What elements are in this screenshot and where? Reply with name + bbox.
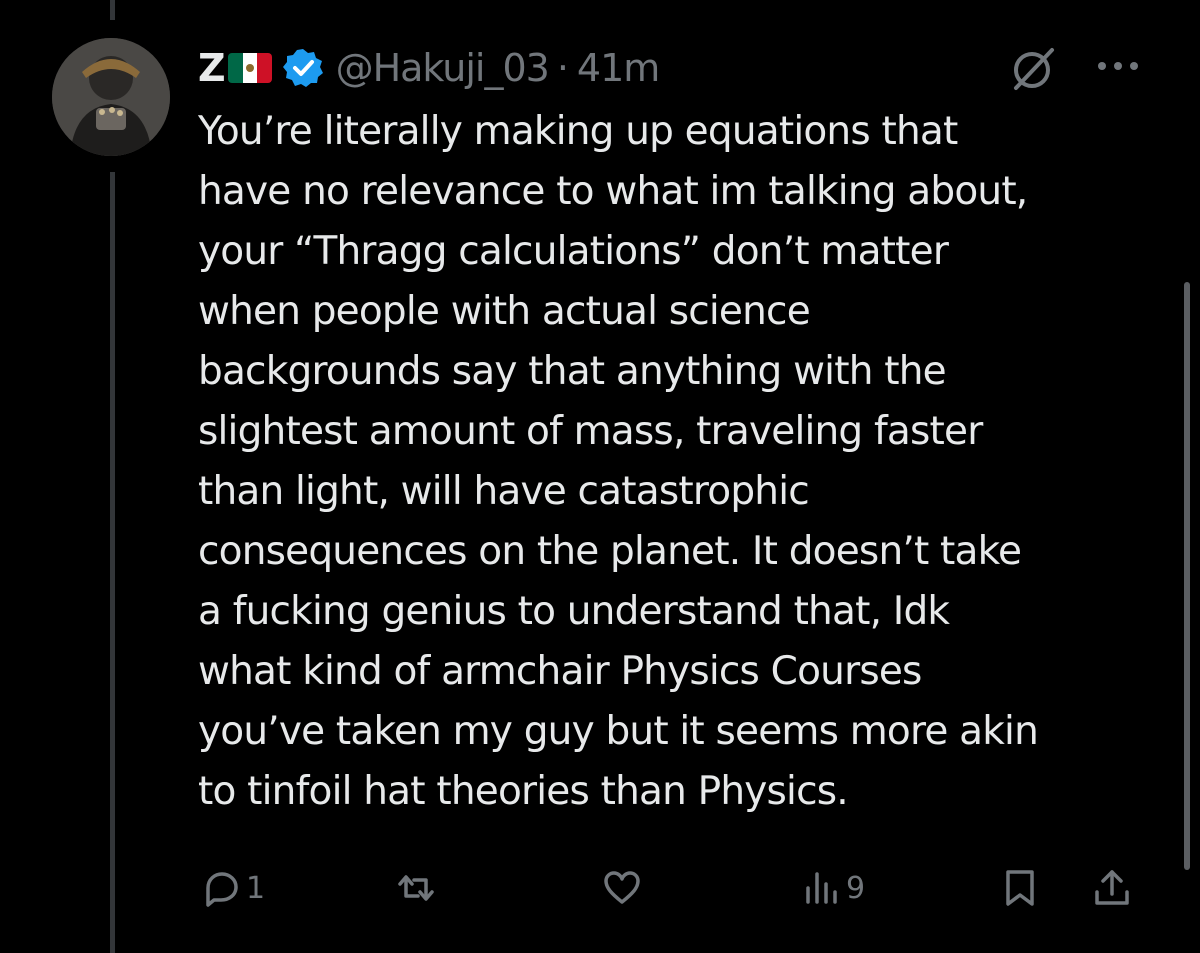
tweet-header: Z @Hakuji_03 · 41m: [198, 38, 660, 98]
avatar-image: [52, 38, 170, 156]
like-button[interactable]: [602, 858, 646, 918]
display-name[interactable]: Z: [198, 46, 226, 90]
timestamp[interactable]: 41m: [577, 46, 660, 90]
views-count: 9: [846, 870, 866, 906]
verified-badge-icon[interactable]: [282, 47, 324, 89]
repost-icon: [398, 875, 434, 901]
more-options-icon[interactable]: [1094, 56, 1142, 76]
share-icon: [1095, 870, 1129, 905]
repost-button[interactable]: [396, 858, 440, 918]
scrollbar[interactable]: [1184, 282, 1190, 870]
tweet-actions: 1 9: [198, 858, 1148, 918]
bookmark-button[interactable]: [1000, 858, 1040, 918]
thread-line-top: [110, 0, 115, 20]
avatar[interactable]: [52, 38, 170, 156]
views-chart-icon: [806, 872, 837, 904]
share-button[interactable]: [1092, 858, 1132, 918]
reply-icon: [206, 872, 238, 907]
tweet-text: You’re literally making up equations tha…: [198, 109, 1039, 814]
thread-line-bottom: [110, 172, 115, 953]
separator-dot: ·: [556, 46, 569, 90]
user-handle[interactable]: @Hakuji_03: [336, 46, 550, 90]
reply-button[interactable]: 1: [202, 858, 265, 918]
mexico-flag-icon: [227, 53, 272, 83]
grok-slash-icon[interactable]: [1008, 44, 1058, 94]
views-button[interactable]: 9: [802, 858, 865, 918]
bookmark-icon: [1006, 870, 1034, 906]
heart-icon: [604, 871, 640, 904]
reply-count: 1: [246, 870, 266, 906]
